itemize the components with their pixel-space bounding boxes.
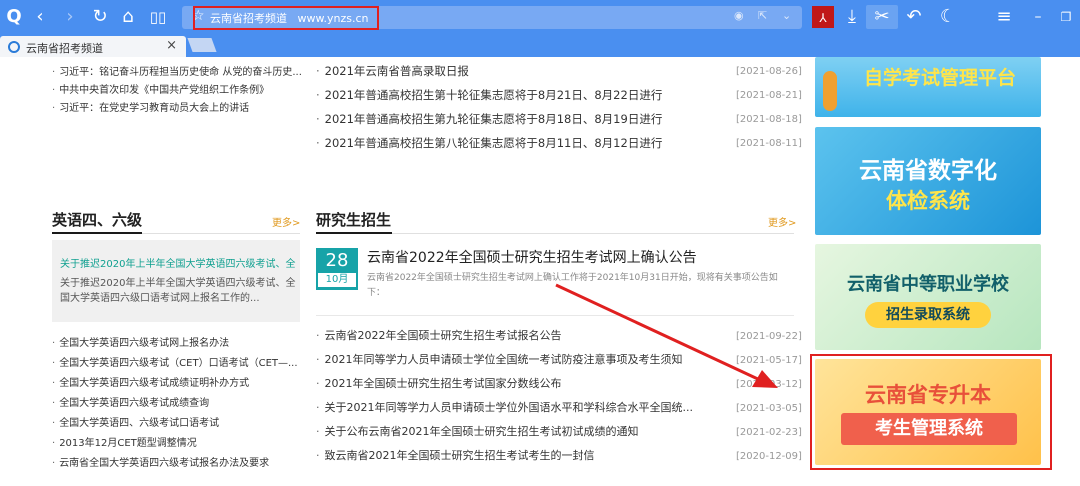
back-icon[interactable]: ‹ xyxy=(28,5,52,29)
forward-icon[interactable]: › xyxy=(58,5,82,29)
banner-highlight-box xyxy=(810,354,1052,470)
browser-toolbar: Q ‹ › ↻ ⌂ ▯▯ ☆ 云南省招考频道 www.ynzs.cn ◉ ⇱ ⌄… xyxy=(0,0,1080,34)
browser-logo-icon[interactable]: Q xyxy=(2,5,26,29)
dropdown-icon[interactable]: ⌄ xyxy=(782,9,791,22)
banner-health-check[interactable]: 云南省数字化 体检系统 xyxy=(815,127,1041,235)
restore-icon[interactable]: ❐ xyxy=(1054,5,1078,29)
refresh-icon[interactable]: ↻ xyxy=(88,5,112,29)
undo-icon[interactable]: ↶ xyxy=(902,5,926,29)
security-icon[interactable]: ◉ xyxy=(734,9,744,22)
reader-icon[interactable]: ▯▯ xyxy=(146,5,170,29)
banner-self-study[interactable]: 自学考试管理平台 xyxy=(815,57,1041,117)
share-icon[interactable]: ⇱ xyxy=(758,9,767,22)
site-favicon-icon xyxy=(8,41,20,53)
new-tab-button[interactable] xyxy=(187,38,217,52)
minimize-icon[interactable]: – xyxy=(1026,5,1050,29)
tab-active[interactable]: 云南省招考频道 × xyxy=(0,36,186,57)
night-mode-icon[interactable]: ☾ xyxy=(936,5,960,29)
banner-vocational-line1: 云南省中等职业学校 xyxy=(847,274,1009,295)
menu-icon[interactable]: ≡ xyxy=(992,5,1016,29)
home-icon[interactable]: ⌂ xyxy=(116,5,140,29)
banner-self-study-text: 自学考试管理平台 xyxy=(863,67,1016,89)
scissors-icon[interactable]: ✂ xyxy=(866,5,898,29)
person-figure-icon xyxy=(823,71,837,111)
tab-title: 云南省招考频道 xyxy=(26,42,103,55)
banner-health-check-line2: 体检系统 xyxy=(886,189,970,213)
url-highlight-box xyxy=(193,6,379,30)
banner-health-check-line1: 云南省数字化 xyxy=(859,158,997,184)
banner-vocational-line2: 招生录取系统 xyxy=(865,302,991,328)
tab-strip: 云南省招考频道 × xyxy=(0,34,1080,57)
download-icon[interactable]: ⤓ xyxy=(840,5,864,29)
pdf-icon[interactable]: ⅄ xyxy=(812,6,834,28)
tab-close-icon[interactable]: × xyxy=(166,38,177,53)
banner-vocational[interactable]: 云南省中等职业学校 招生录取系统 xyxy=(815,244,1041,350)
page-content: 习近平：铭记奋斗历程担当历史使命 从党的奋斗历史... 中共中央首次印发《中国共… xyxy=(0,57,1080,486)
